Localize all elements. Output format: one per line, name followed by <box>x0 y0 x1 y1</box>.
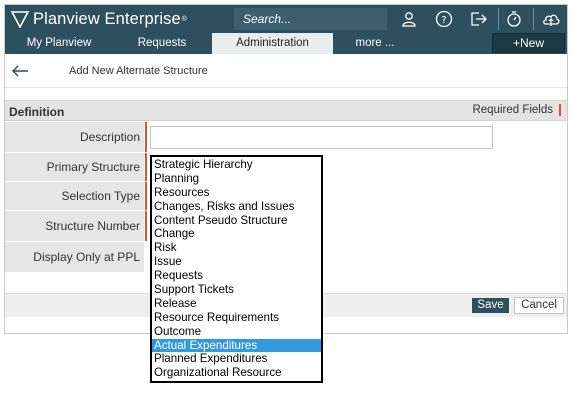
search-input[interactable]: Search... <box>234 8 387 30</box>
dropdown-option[interactable]: Requests <box>152 269 321 283</box>
tab-administration[interactable]: Administration <box>212 33 333 54</box>
dropdown-option[interactable]: Release <box>152 297 321 311</box>
required-indicator <box>145 153 147 181</box>
dropdown-option[interactable]: Planned Expenditures <box>152 352 321 366</box>
definition-section-header: Definition Required Fields <box>5 100 567 121</box>
timer-icon[interactable] <box>503 9 525 29</box>
primary-structure-label: Primary Structure <box>5 153 144 182</box>
tab-requests[interactable]: Requests <box>117 33 207 54</box>
dropdown-option[interactable]: Issue <box>152 255 321 269</box>
new-button[interactable]: +New <box>492 33 565 53</box>
dropdown-option[interactable]: Resource Requirements <box>152 311 321 325</box>
registered-mark: ® <box>181 15 187 23</box>
display-only-at-ppl-label: Display Only at PPL <box>5 242 144 273</box>
required-indicator <box>145 182 147 210</box>
dropdown-option[interactable]: Change <box>152 227 321 241</box>
page-title: Add New Alternate Structure <box>69 65 208 77</box>
tab-more[interactable]: more ... <box>345 33 405 54</box>
required-indicator <box>145 122 147 152</box>
top-bar: Planview Enterprise ® Search... ? <box>5 5 567 33</box>
dropdown-option[interactable]: Support Tickets <box>152 283 321 297</box>
required-fields-note: Required Fields <box>472 104 561 116</box>
section-title: Definition <box>9 105 65 119</box>
description-label: Description <box>5 122 144 153</box>
dropdown-option[interactable]: Resources <box>152 186 321 200</box>
dropdown-option[interactable]: Planning <box>152 172 321 186</box>
back-arrow-icon[interactable] <box>11 63 29 79</box>
dropdown-option[interactable]: Risk <box>152 241 321 255</box>
dropdown-option[interactable]: Outcome <box>152 325 321 339</box>
structure-number-label: Structure Number <box>5 211 144 242</box>
logout-icon[interactable] <box>468 9 490 29</box>
dropdown-option-highlighted[interactable]: Actual Expenditures <box>152 338 321 353</box>
save-button[interactable]: Save <box>472 298 509 313</box>
planview-logo-icon <box>11 11 29 28</box>
dropdown-option[interactable]: Strategic Hierarchy <box>152 158 321 172</box>
dropdown-option[interactable]: Organizational Resource <box>152 366 321 380</box>
selection-type-label: Selection Type <box>5 182 144 211</box>
main-nav: My Planview Requests Administration more… <box>5 33 567 54</box>
required-indicator <box>145 211 147 241</box>
help-icon[interactable]: ? <box>433 9 455 29</box>
divider <box>533 8 534 30</box>
dropdown-option[interactable]: Changes, Risks and Issues <box>152 200 321 214</box>
page-header: Add New Alternate Structure <box>5 54 567 88</box>
cloud-icon[interactable] <box>540 9 562 29</box>
primary-structure-dropdown-list[interactable]: Strategic Hierarchy Planning Resources C… <box>150 155 323 383</box>
user-icon[interactable] <box>398 9 420 29</box>
cancel-button[interactable]: Cancel <box>514 297 564 314</box>
tab-my-planview[interactable]: My Planview <box>9 33 109 54</box>
svg-text:?: ? <box>441 15 446 26</box>
brand-name: Planview Enterprise <box>33 9 181 28</box>
divider <box>498 8 499 30</box>
description-input[interactable] <box>150 126 493 149</box>
brand-logo[interactable]: Planview Enterprise ® <box>11 8 187 30</box>
dropdown-option[interactable]: Content Pseudo Structure <box>152 214 321 228</box>
